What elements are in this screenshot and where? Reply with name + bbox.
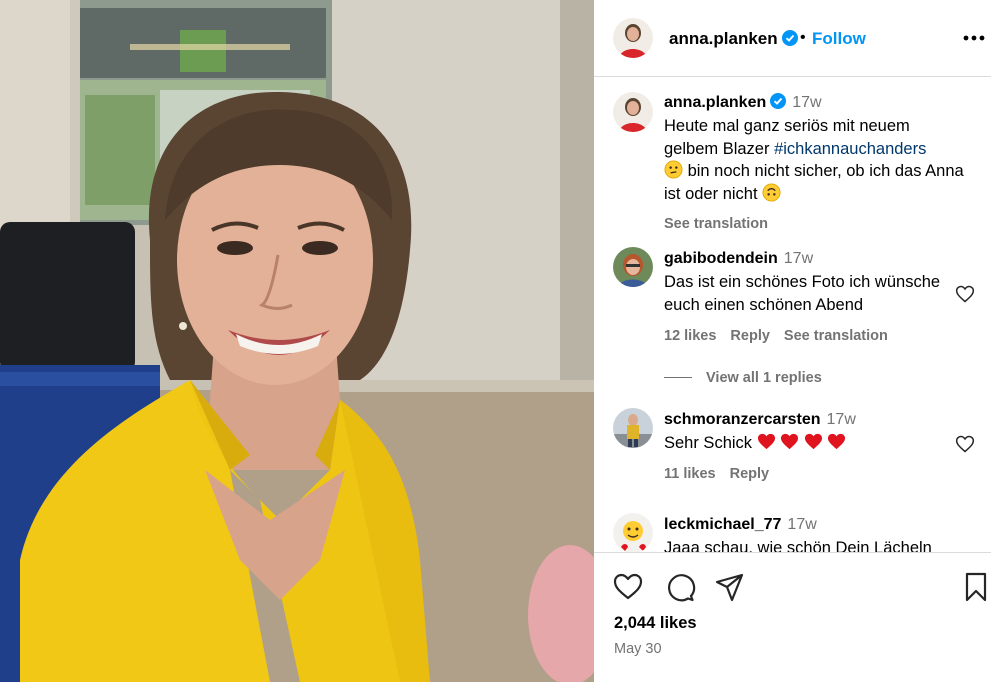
comment-username[interactable]: gabibodendein	[664, 250, 778, 267]
comments-list[interactable]: anna.planken 17w Heute mal ganz seriös mi…	[594, 78, 991, 552]
post-header: anna.planken • Follow	[594, 0, 991, 77]
red-heart-emoji-icon	[781, 433, 799, 450]
caption-see-translation[interactable]: See translation	[664, 216, 782, 232]
caption: anna.planken 17w Heute mal ganz seriös mi…	[594, 90, 991, 232]
see-translation-link[interactable]: See translation	[664, 216, 768, 232]
red-heart-emoji-icon	[804, 433, 822, 450]
red-heart-emoji-icon	[757, 433, 775, 450]
red-heart-emoji-icon	[828, 433, 846, 450]
comment-header: gabibodendein 17w	[664, 250, 813, 268]
comment-meta: 11 likes Reply	[664, 466, 783, 482]
post-likes-count[interactable]: 2,044 likes	[614, 614, 697, 633]
comment-text: Das ist ein schönes Foto ich wünsche euc…	[664, 273, 941, 314]
post-actions: 2,044 likes May 30	[594, 552, 991, 682]
comment-item: gabibodendein 17w Das ist ein schönes Fot…	[594, 247, 991, 387]
author-username-text[interactable]: anna.planken	[669, 29, 778, 48]
post-details-panel: anna.planken • Follow anna.planken 17w H…	[594, 0, 991, 682]
comment-header: leckmichael_77 17w	[664, 516, 817, 534]
comment-text-label: Sehr Schick	[664, 434, 757, 452]
caption-avatar[interactable]	[613, 92, 653, 132]
reply-button[interactable]: Reply	[730, 328, 770, 344]
comment-meta: 12 likes Reply See translation	[664, 328, 902, 344]
comment-item: leckmichael_77 17w Jaaa schau, wie schön …	[594, 513, 991, 552]
comment-time[interactable]: 17w	[784, 250, 813, 267]
comment-like-heart-icon[interactable]	[955, 434, 975, 454]
comment-username[interactable]: leckmichael_77	[664, 516, 781, 533]
author-username[interactable]: anna.planken	[669, 29, 798, 49]
see-translation-link[interactable]: See translation	[784, 328, 888, 344]
commenter-avatar[interactable]	[613, 247, 653, 287]
upside-down-face-emoji-icon	[762, 182, 781, 202]
author-avatar[interactable]	[613, 18, 653, 58]
post-date[interactable]: May 30	[614, 641, 662, 657]
verified-badge-icon	[781, 30, 798, 46]
caption-header: anna.planken 17w	[664, 93, 822, 112]
comment-text: Sehr Schick	[664, 432, 964, 455]
caption-time[interactable]: 17w	[792, 94, 821, 111]
comment-text: Jaaa schau, wie schön Dein Lächeln	[664, 539, 932, 552]
caption-text-end: bin noch nicht sicher, ob ich das Anna i…	[664, 162, 964, 203]
more-options-icon[interactable]	[961, 24, 987, 52]
comment-header: schmoranzercarsten 17w	[664, 411, 856, 429]
caption-text: Heute mal ganz seriös mit neuem gelbem B…	[664, 115, 964, 205]
instagram-post-modal: anna.planken • Follow anna.planken 17w H…	[0, 0, 991, 682]
comment-username[interactable]: schmoranzercarsten	[664, 411, 821, 428]
caption-username[interactable]: anna.planken	[664, 94, 766, 111]
follow-button[interactable]: Follow	[812, 29, 866, 49]
comment-item: schmoranzercarsten 17w Sehr Schick 11 lik…	[594, 408, 991, 498]
replies-divider	[664, 377, 692, 378]
heart-icon[interactable]	[612, 571, 644, 603]
view-replies-label[interactable]: View all 1 replies	[706, 370, 822, 386]
caption-hashtag[interactable]: #ichkannauchanders	[774, 140, 926, 158]
comment-like-heart-icon[interactable]	[955, 284, 975, 304]
commenter-avatar[interactable]	[613, 408, 653, 448]
comment-likes-count[interactable]: 12 likes	[664, 328, 716, 344]
verified-badge-icon	[770, 93, 787, 109]
comment-icon[interactable]	[664, 571, 696, 603]
comment-time[interactable]: 17w	[827, 411, 856, 428]
selfie-illustration	[0, 0, 594, 682]
post-photo[interactable]	[0, 0, 594, 682]
thinking-face-emoji-icon	[664, 160, 683, 179]
commenter-avatar[interactable]	[613, 513, 653, 552]
comment-likes-count[interactable]: 11 likes	[664, 466, 716, 482]
comment-time[interactable]: 17w	[787, 516, 816, 533]
view-replies-button[interactable]: View all 1 replies	[664, 370, 822, 386]
header-separator: •	[800, 29, 806, 46]
share-icon[interactable]	[714, 571, 746, 603]
reply-button[interactable]: Reply	[730, 466, 770, 482]
bookmark-icon[interactable]	[960, 571, 991, 603]
